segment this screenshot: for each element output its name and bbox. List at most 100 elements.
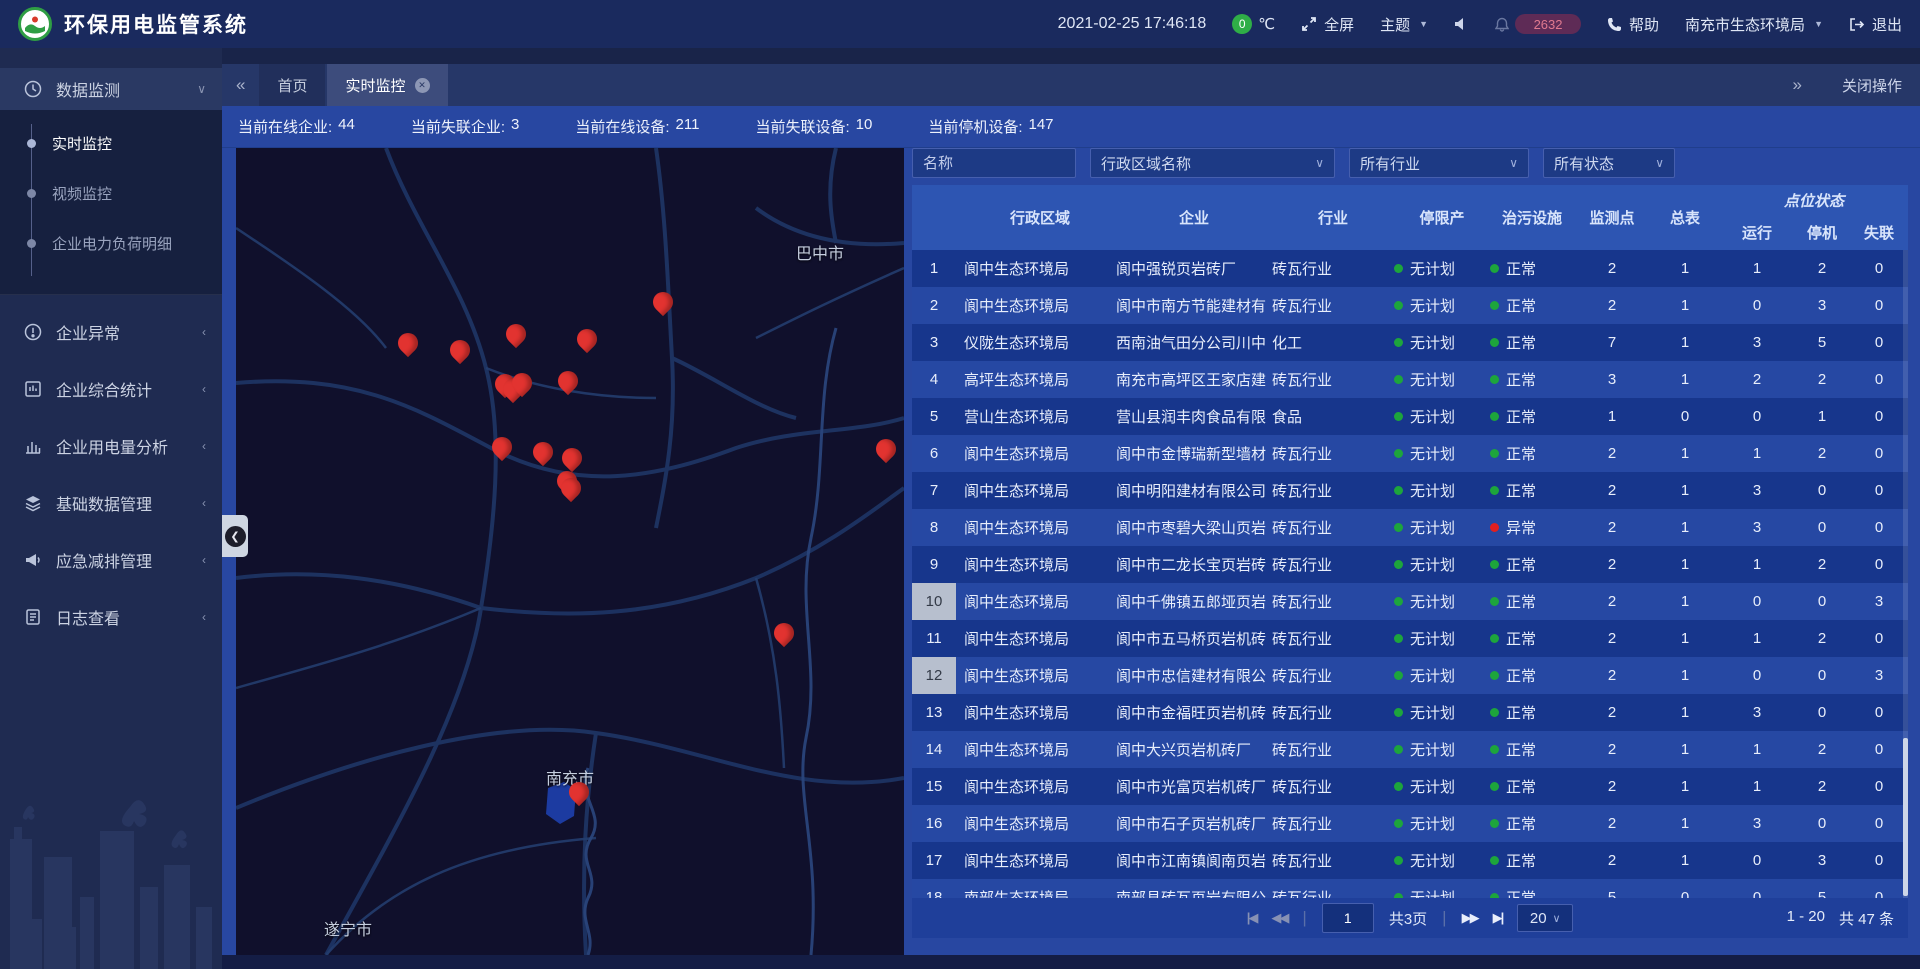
chevron-left-icon: ‹ [202, 553, 206, 567]
name-filter-input[interactable] [912, 148, 1076, 178]
map-panel[interactable]: 巴中市南充市遂宁市 [236, 148, 904, 955]
row-monitor-count: 2 [1574, 297, 1650, 314]
row-facility-status: 正常 [1490, 406, 1574, 427]
row-monitor-count: 2 [1574, 519, 1650, 536]
row-seq: 7 [912, 482, 956, 499]
status-dot-icon [1394, 264, 1403, 273]
stat-stopped-devices: 当前停机设备:147 [928, 116, 1053, 137]
page-size-select[interactable]: 20 ∨ [1517, 904, 1573, 932]
logout-icon [1849, 17, 1865, 32]
row-stopped-count: 2 [1794, 445, 1850, 462]
sidebar-group-company-statistics[interactable]: 企业综合统计 ‹ [0, 360, 222, 417]
status-select[interactable]: 所有状态 ∨ [1543, 148, 1675, 178]
status-dot-icon [1490, 856, 1499, 865]
last-page-button[interactable]: ▶| [1493, 910, 1503, 926]
first-page-button[interactable]: |◀ [1247, 910, 1257, 926]
row-seq: 10 [912, 583, 956, 620]
table-row[interactable]: 7 阆中生态环境局 阆中明阳建材有限公司 砖瓦行业 无计划 正常 2 1 3 0… [912, 472, 1908, 509]
next-page-button[interactable]: ▶▶ [1462, 910, 1478, 926]
header-point-status: 点位状态 [1720, 185, 1908, 215]
help-button[interactable]: 帮助 [1607, 14, 1659, 35]
table-row[interactable]: 10 阆中生态环境局 阆中千佛镇五郎垭页岩 砖瓦行业 无计划 正常 2 1 0 … [912, 583, 1908, 620]
sidebar-group-log-view[interactable]: 日志查看 ‹ [0, 588, 222, 645]
row-run-count: 2 [1720, 371, 1794, 388]
map-collapse-handle[interactable]: ❮ [222, 515, 248, 557]
table-row[interactable]: 4 高坪生态环境局 南充市高坪区王家店建 砖瓦行业 无计划 正常 3 1 2 2… [912, 361, 1908, 398]
stat-online-companies: 当前在线企业:44 [238, 116, 355, 137]
sidebar-group-company-anomaly[interactable]: 企业异常 ‹ [0, 303, 222, 360]
table-row[interactable]: 12 阆中生态环境局 阆中市忠信建材有限公 砖瓦行业 无计划 正常 2 1 0 … [912, 657, 1908, 694]
table-row[interactable]: 9 阆中生态环境局 阆中市二龙长宝页岩砖 砖瓦行业 无计划 正常 2 1 1 2… [912, 546, 1908, 583]
logout-button[interactable]: 退出 [1849, 14, 1902, 35]
close-icon[interactable]: ✕ [415, 78, 430, 93]
row-stopped-count: 2 [1794, 741, 1850, 758]
sidebar-group-data-monitoring[interactable]: 数据监测 ∨ [0, 68, 222, 110]
tab-scroll-left-icon[interactable]: « [222, 75, 259, 95]
mute-button[interactable] [1454, 17, 1469, 31]
page-number-input[interactable] [1322, 903, 1374, 933]
chevron-down-icon: ▼ [1814, 19, 1823, 29]
industry-select[interactable]: 所有行业 ∨ [1349, 148, 1529, 178]
row-facility-status: 正常 [1490, 739, 1574, 760]
tabbar-top-strip [222, 48, 1920, 64]
row-industry: 砖瓦行业 [1272, 258, 1394, 279]
row-stopped-count: 2 [1794, 778, 1850, 795]
table-row[interactable]: 15 阆中生态环境局 阆中市光富页岩机砖厂 砖瓦行业 无计划 正常 2 1 1 … [912, 768, 1908, 805]
total-pages-label: 共3页 [1389, 908, 1427, 929]
table-row[interactable]: 13 阆中生态环境局 阆中市金福旺页岩机砖 砖瓦行业 无计划 正常 2 1 3 … [912, 694, 1908, 731]
tab-scroll-right-icon[interactable]: » [1779, 75, 1816, 95]
status-dot-icon [1394, 819, 1403, 828]
table-row[interactable]: 6 阆中生态环境局 阆中市金博瑞新型墙材 砖瓦行业 无计划 正常 2 1 1 2… [912, 435, 1908, 472]
table-row[interactable]: 3 仪陇生态环境局 西南油气田分公司川中 化工 无计划 正常 7 1 3 5 0 [912, 324, 1908, 361]
table-row[interactable]: 1 阆中生态环境局 阆中强锐页岩砖厂 砖瓦行业 无计划 正常 2 1 1 2 0 [912, 250, 1908, 287]
chevron-down-icon: ∨ [197, 82, 206, 96]
row-facility-status: 正常 [1490, 628, 1574, 649]
row-industry: 砖瓦行业 [1272, 443, 1394, 464]
table-row[interactable]: 8 阆中生态环境局 阆中市枣碧大梁山页岩 砖瓦行业 无计划 异常 2 1 3 0… [912, 509, 1908, 546]
tab-home[interactable]: 首页 [259, 64, 325, 106]
row-seq: 5 [912, 408, 956, 425]
row-region: 阆中生态环境局 [956, 628, 1116, 649]
row-lost-count: 0 [1850, 852, 1908, 869]
table-row[interactable]: 5 营山生态环境局 营山县润丰肉食品有限 食品 无计划 正常 1 0 0 1 0 [912, 398, 1908, 435]
speaker-muted-icon [1454, 17, 1469, 31]
sidebar-item-video-monitoring[interactable]: 视频监控 [0, 168, 222, 218]
sidebar-group-emergency-reduction[interactable]: 应急减排管理 ‹ [0, 531, 222, 588]
table-row[interactable]: 2 阆中生态环境局 阆中市南方节能建材有 砖瓦行业 无计划 正常 2 1 0 3… [912, 287, 1908, 324]
sidebar-group-base-data[interactable]: 基础数据管理 ‹ [0, 474, 222, 531]
table-scrollbar-thumb[interactable] [1903, 738, 1908, 896]
row-facility-status: 正常 [1490, 776, 1574, 797]
sidebar-group-power-analysis[interactable]: 企业用电量分析 ‹ [0, 417, 222, 474]
tab-realtime-monitoring[interactable]: 实时监控 ✕ [327, 64, 447, 106]
row-run-count: 0 [1720, 408, 1794, 425]
page-range-label: 1 - 20 [1787, 908, 1825, 929]
table-row[interactable]: 16 阆中生态环境局 阆中市石子页岩机砖厂 砖瓦行业 无计划 正常 2 1 3 … [912, 805, 1908, 842]
row-total-count: 1 [1650, 741, 1720, 758]
row-lost-count: 3 [1850, 593, 1908, 610]
sidebar-item-realtime-monitoring[interactable]: 实时监控 [0, 118, 222, 168]
theme-dropdown[interactable]: 主题 ▼ [1380, 14, 1428, 35]
table-row[interactable]: 11 阆中生态环境局 阆中市五马桥页岩机砖 砖瓦行业 无计划 正常 2 1 1 … [912, 620, 1908, 657]
prev-page-button[interactable]: ◀◀ [1271, 910, 1287, 926]
row-run-count: 0 [1720, 667, 1794, 684]
status-dot-icon [1394, 375, 1403, 384]
sidebar-item-power-load-detail[interactable]: 企业电力负荷明细 [0, 218, 222, 268]
row-lost-count: 0 [1850, 630, 1908, 647]
table-row[interactable]: 14 阆中生态环境局 阆中大兴页岩机砖厂 砖瓦行业 无计划 正常 2 1 1 2… [912, 731, 1908, 768]
row-stop-status: 无计划 [1394, 591, 1490, 612]
row-company: 阆中市金福旺页岩机砖 [1116, 702, 1272, 723]
row-seq: 16 [912, 815, 956, 832]
fullscreen-button[interactable]: 全屏 [1301, 14, 1354, 35]
table-row[interactable]: 17 阆中生态环境局 阆中市江南镇阆南页岩 砖瓦行业 无计划 正常 2 1 0 … [912, 842, 1908, 879]
row-industry: 砖瓦行业 [1272, 850, 1394, 871]
notifications-button[interactable]: 2632 [1495, 14, 1581, 34]
close-operations-button[interactable]: 关闭操作 [1842, 75, 1902, 96]
table-row[interactable]: 18 南部生态环境局 南部县砖瓦页岩有限公 砖瓦行业 无计划 正常 5 0 0 … [912, 879, 1908, 898]
row-region: 高坪生态环境局 [956, 369, 1116, 390]
region-select[interactable]: 行政区域名称 ∨ [1090, 148, 1335, 178]
org-dropdown[interactable]: 南充市生态环境局 ▼ [1685, 14, 1823, 35]
row-company: 阆中市忠信建材有限公 [1116, 665, 1272, 686]
header-company: 企业 [1116, 185, 1272, 250]
status-dot-icon [1394, 745, 1403, 754]
status-dot-icon [1394, 634, 1403, 643]
